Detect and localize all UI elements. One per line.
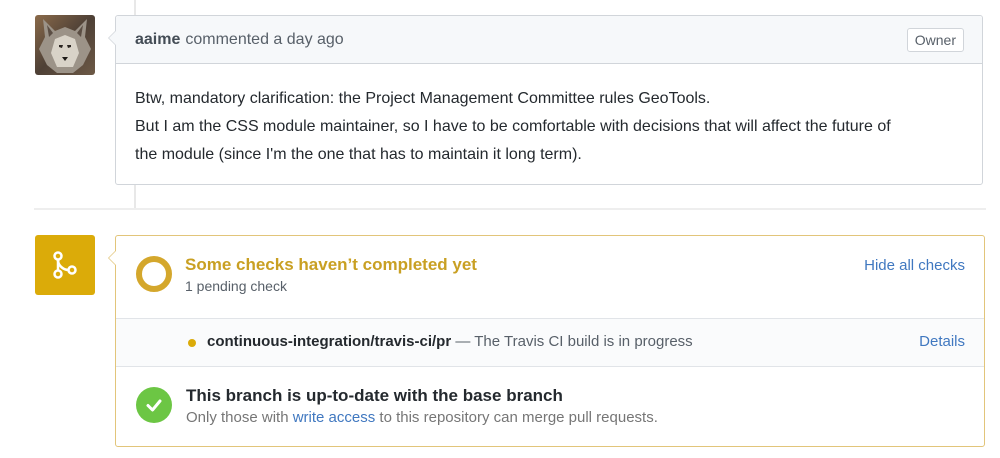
comment-line: the module (since I'm the one that has t… [135,146,582,163]
avatar[interactable] [35,15,95,75]
branch-sub-suffix: to this repository can merge pull reques… [375,409,658,426]
check-text: continuous-integration/travis-ci/pr — Th… [207,333,693,350]
merge-status-box: Some checks haven’t completed yet 1 pend… [108,235,985,447]
checks-summary: Some checks haven’t completed yet 1 pend… [116,236,984,319]
write-access-link[interactable]: write access [293,409,376,426]
comment-box: aaime commented a day ago Owner Btw, man… [108,15,983,185]
checks-title: Some checks haven’t completed yet [185,255,477,274]
check-icon [136,387,172,423]
branch-sub-prefix: Only those with [186,409,293,426]
pull-request-timeline: aaime commented a day ago Owner Btw, man… [0,0,1000,458]
check-details-link[interactable]: Details [919,333,965,350]
branch-status-subtitle: Only those with write access to this rep… [186,409,658,426]
comment-author-link[interactable]: aaime [135,31,180,49]
check-name: continuous-integration/travis-ci/pr [207,333,452,350]
wolf-avatar-image [35,15,95,75]
check-description: The Travis CI build is in progress [474,333,693,350]
hide-all-checks-link[interactable]: Hide all checks [864,257,965,274]
comment-header: aaime commented a day ago Owner [116,16,982,64]
comment-action: commented [185,30,269,48]
checks-subtitle: 1 pending check [185,278,287,294]
owner-badge: Owner [906,27,964,52]
pending-dot-icon [188,339,196,347]
comment-body: Btw, mandatory clarification: the Projec… [116,64,982,169]
pending-ring-icon [136,256,172,292]
check-separator: — [451,333,475,350]
comment-line: But I am the CSS module maintainer, so I… [135,118,891,135]
comment-line: Btw, mandatory clarification: the Projec… [135,90,711,107]
timeline-separator [34,208,986,210]
branch-status: This branch is up-to-date with the base … [116,367,984,447]
check-row: continuous-integration/travis-ci/pr — Th… [116,319,984,367]
comment-timestamp[interactable]: a day ago [273,31,343,49]
git-merge-icon [35,235,95,295]
branch-status-title: This branch is up-to-date with the base … [186,386,563,405]
